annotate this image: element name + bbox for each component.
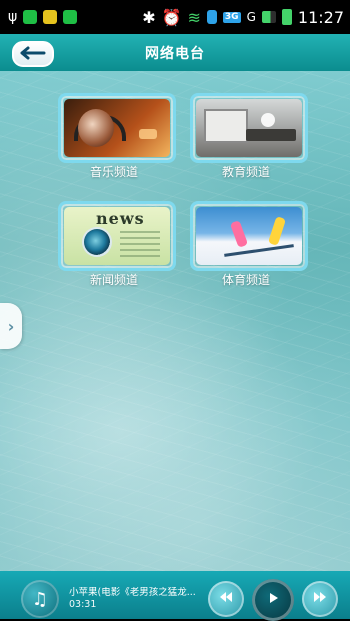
education-art	[196, 99, 302, 157]
camera-lens-icon	[84, 229, 110, 255]
music-art	[64, 99, 170, 157]
play-button[interactable]	[252, 579, 294, 621]
app-icon-green	[23, 10, 38, 24]
alarm-icon: ⏰	[161, 7, 182, 27]
track-info: 小苹果(电影《老男孩之猛龙... 03:31	[69, 587, 209, 611]
education-channel-thumbnail	[196, 99, 302, 157]
status-bar: ψ ✱ ⏰ ≋ 3G G 11:27	[0, 0, 350, 34]
ski-line	[224, 244, 294, 257]
music-note-icon: ♫	[31, 588, 49, 610]
person-head	[78, 109, 114, 147]
rewind-icon	[217, 588, 235, 610]
lamp	[261, 113, 275, 127]
network-letter: G	[246, 10, 256, 24]
back-button[interactable]	[12, 41, 54, 67]
fast-forward-button[interactable]	[302, 581, 338, 617]
battery-icon	[281, 9, 292, 25]
music-note-button[interactable]: ♫	[21, 580, 59, 618]
title-bar: 网络电台	[0, 34, 350, 71]
music-decoration	[139, 129, 157, 139]
skier-1	[229, 220, 249, 248]
status-right: ✱ ⏰ ≋ 3G G 11:27	[142, 8, 350, 27]
sports-channel-tile[interactable]	[190, 201, 308, 271]
back-arrow-icon	[20, 45, 46, 64]
status-left: ψ	[0, 9, 78, 25]
sports-channel-thumbnail	[196, 207, 302, 265]
news-overlay-text: news	[96, 209, 145, 228]
app-icon-yellow	[43, 10, 58, 24]
usb-icon: ψ	[8, 9, 18, 25]
fast-forward-icon	[311, 588, 329, 610]
page-title: 网络电台	[145, 45, 205, 62]
sim-icon	[206, 10, 217, 24]
sports-channel-label: 体育频道	[221, 273, 270, 287]
channel-grid: 音乐频道 教育频道 news 新闻频道 体育频道 ›	[0, 71, 350, 571]
news-channel-label: 新闻频道	[89, 273, 138, 287]
track-time: 03:31	[69, 599, 97, 610]
play-icon	[264, 589, 282, 611]
app-icon-green-2	[63, 10, 78, 24]
signal-icon	[261, 11, 276, 23]
network-3g-icon: 3G	[222, 11, 241, 23]
chevron-right-icon: ›	[7, 316, 15, 336]
sports-art	[196, 207, 302, 265]
side-drawer-handle[interactable]: ›	[0, 303, 22, 349]
music-channel-thumbnail	[64, 99, 170, 157]
whiteboard	[204, 109, 248, 143]
news-channel-thumbnail: news	[64, 207, 170, 265]
player-bar: ♫ 小苹果(电影《老男孩之猛龙... 03:31	[0, 571, 350, 621]
education-channel-label: 教育频道	[221, 165, 270, 179]
music-channel-tile[interactable]	[58, 93, 176, 163]
education-channel-tile[interactable]	[190, 93, 308, 163]
bluetooth-icon: ✱	[142, 7, 156, 27]
track-title: 小苹果(电影《老男孩之猛龙...	[69, 587, 196, 598]
newspaper-lines	[120, 231, 160, 261]
skier-2	[267, 216, 287, 246]
desk	[246, 129, 296, 141]
status-time: 11:27	[297, 7, 344, 27]
news-channel-tile[interactable]: news	[58, 201, 176, 271]
wifi-icon: ≋	[187, 7, 201, 27]
music-channel-label: 音乐频道	[89, 165, 138, 179]
rewind-button[interactable]	[208, 581, 244, 617]
news-art: news	[64, 207, 170, 265]
